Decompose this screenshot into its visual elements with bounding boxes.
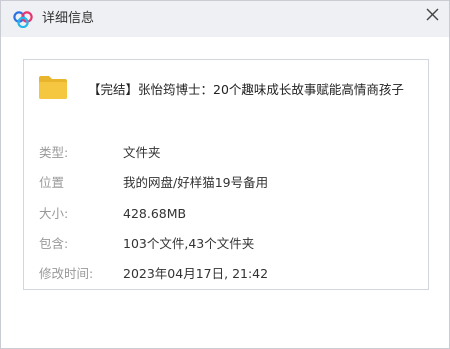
modified-value: 2023年04月17日, 21:42 bbox=[123, 266, 269, 281]
type-label: 类型: bbox=[39, 145, 69, 160]
title-bar: 详细信息 bbox=[1, 1, 449, 37]
size-label: 大小: bbox=[39, 206, 69, 221]
modified-label: 修改时间: bbox=[39, 266, 94, 281]
type-value: 文件夹 bbox=[123, 145, 161, 160]
size-value: 428.68MB bbox=[123, 206, 187, 221]
location-label: 位置 bbox=[39, 175, 65, 190]
folder-icon bbox=[39, 76, 67, 99]
file-name: 【完结】张怡筠博士：20个趣味成长故事赋能高情商孩子 bbox=[88, 82, 404, 97]
file-details-panel: 【完结】张怡筠博士：20个趣味成长故事赋能高情商孩子 类型: 文件夹 位置 我的… bbox=[23, 59, 429, 290]
details-dialog: 详细信息 【完结】张怡筠博士：20个趣味成长故事赋能高情商孩子 类型: 文件夹 … bbox=[0, 0, 450, 349]
location-value: 我的网盘/好样猫19号备用 bbox=[123, 175, 269, 190]
dialog-title: 详细信息 bbox=[42, 11, 95, 26]
baidu-netdisk-logo-icon bbox=[13, 11, 33, 28]
close-icon[interactable] bbox=[421, 3, 443, 25]
contains-value: 103个文件,43个文件夹 bbox=[123, 236, 255, 251]
contains-label: 包含: bbox=[39, 236, 69, 251]
